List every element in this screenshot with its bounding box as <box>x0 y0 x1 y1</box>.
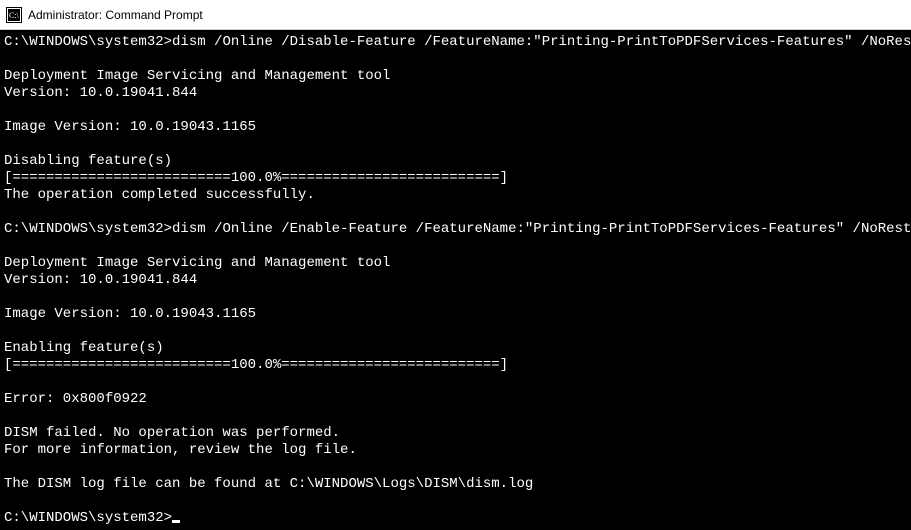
progress-bar: [==========================100.0%=======… <box>4 357 508 373</box>
command-text: dism /Online /Enable-Feature /FeatureNam… <box>172 221 911 237</box>
terminal-output[interactable]: C:\WINDOWS\system32>dism /Online /Disabl… <box>0 30 911 530</box>
window-title: Administrator: Command Prompt <box>28 8 203 22</box>
output-line: Image Version: 10.0.19043.1165 <box>4 306 256 322</box>
prompt-line: C:\WINDOWS\system32> <box>4 510 180 526</box>
prompt: C:\WINDOWS\system32> <box>4 221 172 237</box>
output-line: DISM failed. No operation was performed. <box>4 425 340 441</box>
output-line: Image Version: 10.0.19043.1165 <box>4 119 256 135</box>
output-line: Deployment Image Servicing and Managemen… <box>4 68 390 84</box>
svg-text:C:\: C:\ <box>9 11 20 20</box>
error-line: Error: 0x800f0922 <box>4 391 147 407</box>
command-text: dism /Online /Disable-Feature /FeatureNa… <box>172 34 911 50</box>
cursor <box>172 520 180 523</box>
output-line: Deployment Image Servicing and Managemen… <box>4 255 390 271</box>
output-line: The operation completed successfully. <box>4 187 315 203</box>
output-line: Version: 10.0.19041.844 <box>4 272 197 288</box>
output-line: The DISM log file can be found at C:\WIN… <box>4 476 533 492</box>
output-line: Version: 10.0.19041.844 <box>4 85 197 101</box>
output-line: Enabling feature(s) <box>4 340 164 356</box>
prompt-line: C:\WINDOWS\system32>dism /Online /Enable… <box>4 221 911 237</box>
output-line: For more information, review the log fil… <box>4 442 357 458</box>
prompt: C:\WINDOWS\system32> <box>4 34 172 50</box>
prompt-line: C:\WINDOWS\system32>dism /Online /Disabl… <box>4 34 911 50</box>
prompt: C:\WINDOWS\system32> <box>4 510 172 526</box>
progress-bar: [==========================100.0%=======… <box>4 170 508 186</box>
window-titlebar[interactable]: C:\ Administrator: Command Prompt <box>0 0 911 30</box>
output-line: Disabling feature(s) <box>4 153 172 169</box>
cmd-icon: C:\ <box>6 7 22 23</box>
